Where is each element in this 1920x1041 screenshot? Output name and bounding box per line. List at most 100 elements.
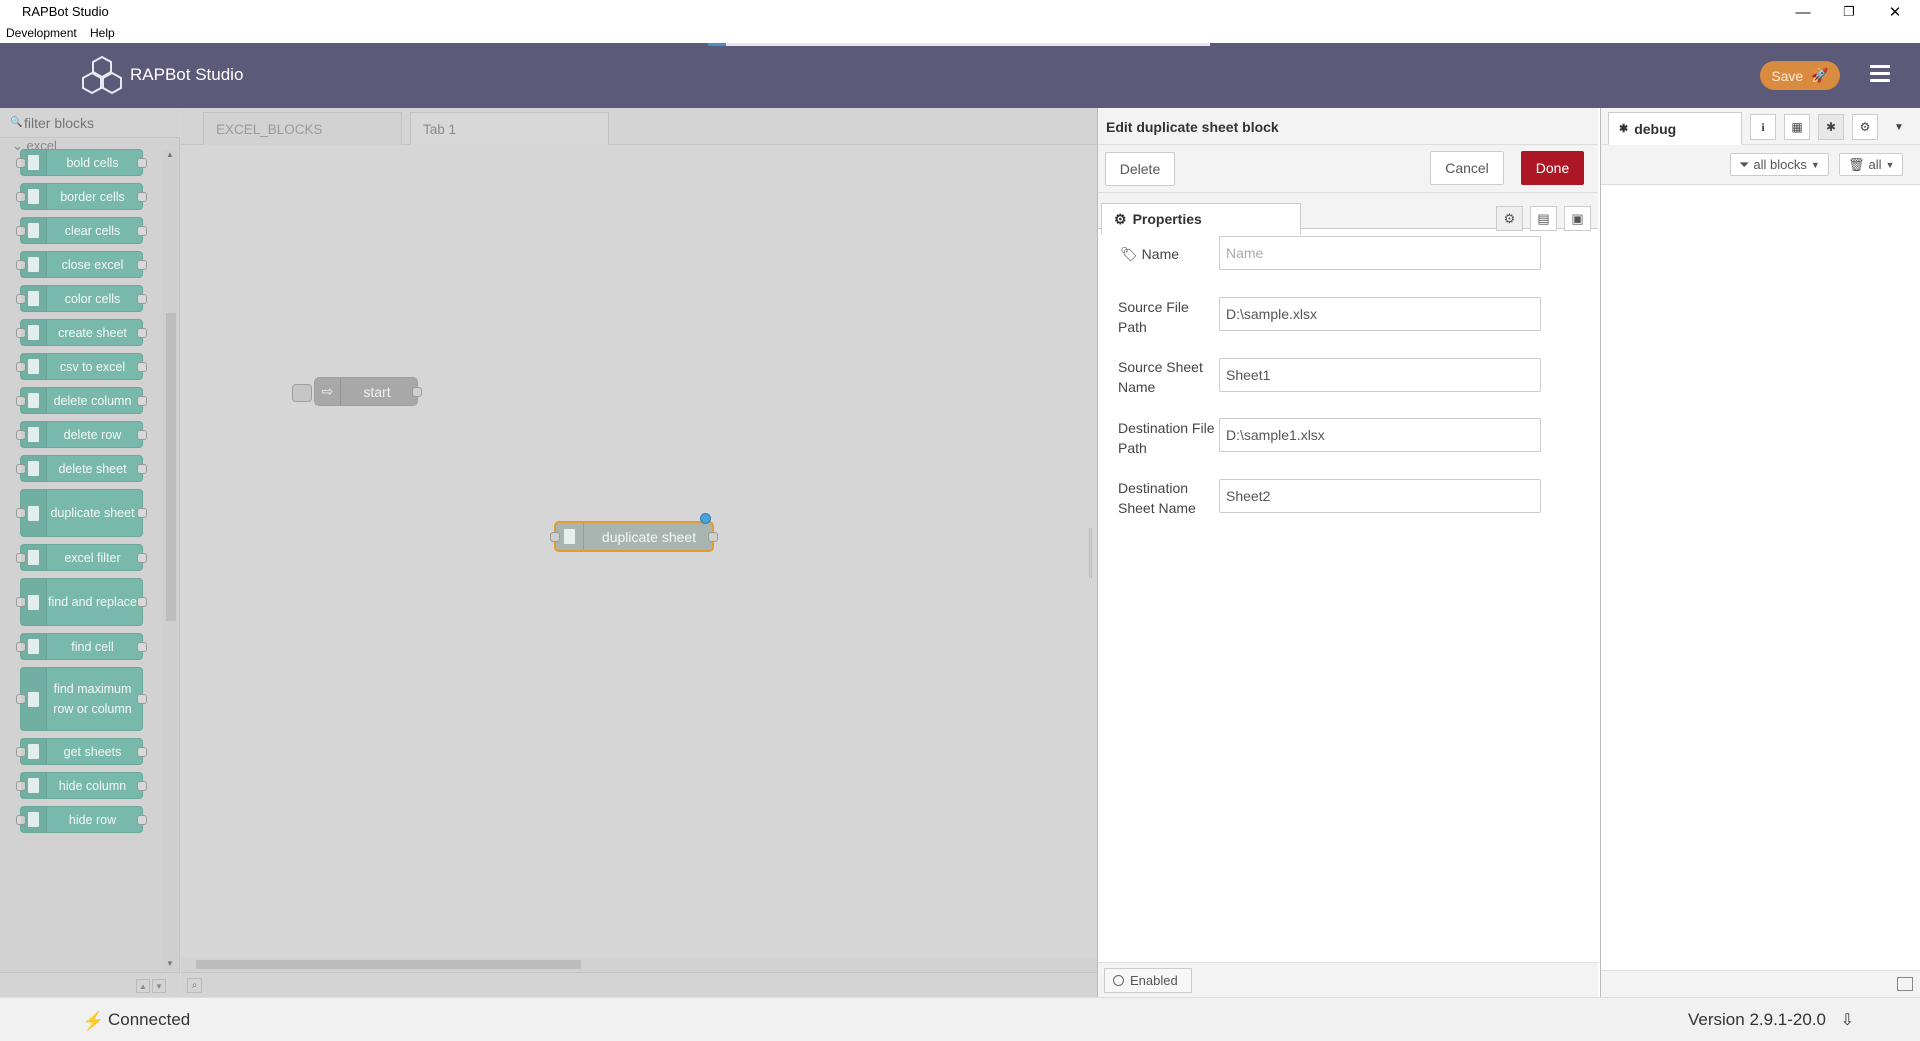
monitor-icon[interactable] [1897,977,1913,991]
app-name: RAPBot Studio [130,65,244,84]
workspace-footer: ⌕ [181,972,1097,997]
flow-canvas[interactable]: ⇨ start duplicate sheet [181,146,1097,957]
menu-help[interactable]: Help [90,26,115,40]
document-icon [21,545,47,570]
appearance-icon[interactable]: ▣ [1564,206,1591,231]
palette-node[interactable]: clear cells [16,217,147,244]
canvas-horizontal-scrollbar[interactable] [181,957,1097,972]
palette-node[interactable]: find and replace [16,578,147,626]
output-port [137,157,147,168]
app-header: RAPBot Studio Save 🚀 [0,43,1920,108]
resize-handle[interactable] [1089,528,1092,578]
tray-footer: Enabled [1098,962,1598,997]
output-port [137,508,147,518]
close-button[interactable]: ✕ [1872,0,1918,24]
inject-button[interactable] [292,384,312,402]
dest-sheet-label: Destination Sheet Name [1118,480,1196,516]
document-icon [21,490,47,536]
palette-node[interactable]: delete column [16,387,147,414]
all-blocks-filter[interactable]: ⏷ all blocks ▼ [1730,153,1829,176]
gear-icon[interactable]: ⚙ [1852,114,1878,140]
document-icon [21,422,47,447]
cancel-button[interactable]: Cancel [1430,151,1504,185]
menu-development[interactable]: Development [6,26,77,40]
loading-progress-bar [708,43,1210,46]
trash-icon: 🗑 [1848,156,1865,172]
book-icon[interactable]: ▦ [1784,114,1810,140]
output-port[interactable] [708,532,718,542]
save-label: Save [1771,67,1804,84]
palette-node-label: find and replace [48,595,137,609]
palette-node[interactable]: find cell [16,633,147,660]
palette-node[interactable]: duplicate sheet [16,489,147,537]
arrow-icon: ⇨ [315,378,341,405]
source-path-field[interactable] [1219,297,1541,331]
restore-button[interactable]: ❐ [1826,0,1872,24]
hamburger-menu-icon[interactable] [1870,65,1890,83]
tab-tab-1[interactable]: Tab 1 [410,112,609,145]
palette-node[interactable]: hide row [16,806,147,833]
palette-filter: 🔍 [0,108,180,138]
filter-icon: ⏷ [1739,156,1750,172]
collapse-up-icon[interactable]: ▲ [136,979,150,993]
tab-debug[interactable]: ✱ debug [1608,112,1742,145]
tab-excel-blocks[interactable]: EXCEL_BLOCKS [203,112,402,145]
enabled-toggle[interactable]: Enabled [1104,968,1192,993]
version-text: Version 2.9.1-20.0 [1688,1010,1826,1029]
download-icon[interactable]: ⇩ [1841,1010,1854,1030]
sidebar-footer [1601,970,1920,997]
save-button[interactable]: Save 🚀 [1760,61,1840,90]
dest-sheet-field[interactable] [1219,479,1541,513]
palette-node-label: duplicate sheet [50,506,135,520]
minimize-button[interactable]: — [1780,0,1826,24]
palette-node[interactable]: find maximum row or column [16,667,147,731]
source-sheet-field[interactable] [1219,358,1541,392]
palette-node[interactable]: create sheet [16,319,147,346]
palette-node[interactable]: csv to excel [16,353,147,380]
palette-node[interactable]: delete sheet [16,455,147,482]
search-icon[interactable]: ⌕ [187,978,202,993]
filter-blocks-input[interactable] [24,114,174,132]
palette-node[interactable]: bold cells [16,149,147,176]
dest-path-label: Destination File Path [1118,420,1215,456]
name-field[interactable] [1219,236,1541,270]
window-titlebar: RAPBot Studio — ❐ ✕ [0,0,1920,24]
palette-node[interactable]: color cells [16,285,147,312]
done-button[interactable]: Done [1521,151,1584,185]
scroll-up-icon[interactable]: ▲ [166,150,174,159]
delete-button[interactable]: Delete [1105,152,1175,186]
info-icon[interactable]: i [1750,114,1776,140]
palette-node[interactable]: excel filter [16,544,147,571]
menu-bar: Development Help [0,24,1920,43]
tab-properties[interactable]: ⚙ Properties [1101,203,1301,235]
scroll-thumb[interactable] [196,960,581,969]
palette-node[interactable]: close excel [16,251,147,278]
scroll-down-icon[interactable]: ▼ [166,959,174,968]
palette-node[interactable]: hide column [16,772,147,799]
source-path-label: Source File Path [1118,299,1189,335]
collapse-down-icon[interactable]: ▼ [152,979,166,993]
start-node[interactable]: ⇨ start [292,377,422,406]
bug-icon[interactable]: ✱ [1818,114,1844,140]
palette-footer: ▲ ▼ [0,972,180,997]
palette-node[interactable]: delete row [16,421,147,448]
palette-node[interactable]: get sheets [16,738,147,765]
description-icon[interactable]: ▤ [1530,206,1557,231]
palette-scroll-thumb[interactable] [166,313,176,621]
dest-path-field[interactable] [1219,418,1541,452]
output-port [137,293,147,304]
output-port[interactable] [412,387,422,397]
changed-indicator [700,513,711,524]
name-label: 🏷 Name [1120,246,1180,262]
palette-node-label: find maximum row or column [53,682,132,716]
properties-label: Properties [1132,211,1202,227]
chevron-down-icon[interactable]: ▼ [1886,114,1912,140]
document-icon [21,579,47,625]
settings-icon[interactable]: ⚙ [1496,206,1523,231]
palette-node[interactable]: border cells [16,183,147,210]
tray-title: Edit duplicate sheet block [1106,119,1279,135]
duplicate-sheet-node[interactable]: duplicate sheet [550,513,718,552]
output-port [137,259,147,270]
clear-all-button[interactable]: 🗑 all ▼ [1839,153,1904,176]
output-port [137,463,147,474]
